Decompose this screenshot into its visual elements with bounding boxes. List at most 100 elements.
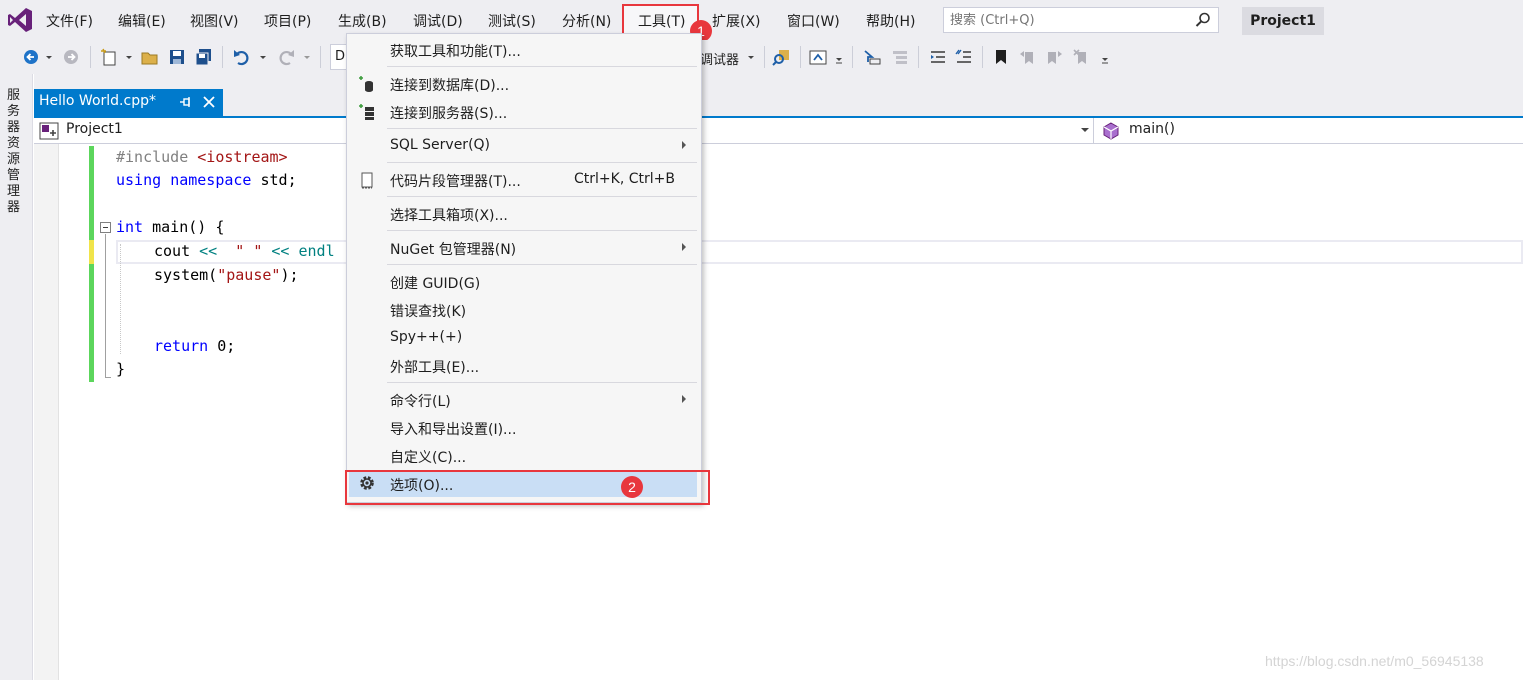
database-icon: [359, 76, 373, 92]
outline-icon[interactable]: [890, 48, 910, 66]
next-bookmark-icon[interactable]: [1044, 48, 1064, 66]
code-line-5: cout << " " << endl: [154, 242, 335, 260]
save-all-icon[interactable]: [194, 48, 214, 66]
fold-region-line: [105, 234, 106, 378]
chevron-down-icon[interactable]: [746, 48, 756, 66]
menu-item-customize[interactable]: 自定义(C)...: [347, 442, 701, 470]
undo-icon[interactable]: [232, 48, 252, 66]
visual-studio-logo-icon[interactable]: [6, 6, 34, 34]
menu-item-sql-server[interactable]: SQL Server(Q): [347, 132, 701, 160]
menu-item-spy[interactable]: Spy++(+): [347, 324, 701, 352]
submenu-arrow-icon: [682, 141, 686, 149]
menu-help[interactable]: 帮助(H): [866, 11, 915, 31]
menu-item-get-tools[interactable]: 获取工具和功能(T)...: [347, 36, 701, 64]
toolbar-separator: [852, 46, 853, 68]
chevron-down-icon[interactable]: [44, 48, 54, 66]
menu-shortcut: Ctrl+K, Ctrl+B: [574, 171, 675, 187]
pin-icon[interactable]: [178, 94, 192, 110]
server-icon: [359, 104, 374, 120]
menu-file[interactable]: 文件(F): [46, 11, 93, 31]
menu-separator: [387, 382, 697, 383]
document-tab-hello-world[interactable]: Hello World.cpp*: [34, 89, 223, 116]
redo-icon[interactable]: [276, 48, 296, 66]
menu-item-error-lookup[interactable]: 错误查找(K): [347, 296, 701, 324]
debugger-label[interactable]: 调试器: [700, 49, 739, 68]
menu-item-snippets-manager[interactable]: 代码片段管理器(T)... Ctrl+K, Ctrl+B: [347, 166, 701, 194]
toolbar-separator: [90, 46, 91, 68]
indent-icon[interactable]: [928, 48, 948, 66]
menu-item-create-guid[interactable]: 创建 GUID(G): [347, 268, 701, 296]
menu-item-connect-database[interactable]: 连接到数据库(D)...: [347, 70, 701, 98]
menu-analyze[interactable]: 分析(N): [562, 11, 611, 31]
menu-item-choose-toolbox[interactable]: 选择工具箱项(X)...: [347, 200, 701, 228]
change-indicator-bar: [89, 146, 94, 240]
change-indicator-bar-unsaved: [89, 240, 94, 264]
menu-test[interactable]: 测试(S): [488, 11, 536, 31]
step-into-icon[interactable]: [862, 48, 882, 66]
menu-window[interactable]: 窗口(W): [787, 11, 840, 31]
menu-debug[interactable]: 调试(D): [413, 11, 463, 31]
navigate-forward-icon[interactable]: [62, 48, 80, 66]
bookmark-icon[interactable]: [992, 48, 1010, 66]
menu-item-connect-server[interactable]: 连接到服务器(S)...: [347, 98, 701, 126]
change-indicator-bar: [89, 264, 94, 382]
menu-item-command-line[interactable]: 命令行(L): [347, 386, 701, 414]
code-editor[interactable]: #include <iostream> using namespace std;…: [34, 144, 1523, 680]
project-dropdown-label: Project1: [66, 121, 123, 137]
chevron-down-icon[interactable]: [1080, 126, 1090, 134]
collapse-region-icon[interactable]: [100, 222, 111, 233]
indent-guide: [120, 244, 121, 354]
menu-view[interactable]: 视图(V): [190, 11, 239, 31]
chevron-down-icon[interactable]: [302, 48, 312, 66]
menu-separator: [387, 128, 697, 129]
chevron-down-icon[interactable]: [258, 48, 268, 66]
menu-tools[interactable]: 工具(T): [638, 11, 685, 31]
server-explorer-strip[interactable]: 服务器资源管理器: [0, 74, 33, 680]
menu-item-external-tools[interactable]: 外部工具(E)...: [347, 352, 701, 380]
submenu-arrow-icon: [682, 395, 686, 403]
options-highlight-box: [345, 470, 710, 505]
search-icon[interactable]: [1194, 11, 1212, 29]
code-line-2: using namespace std;: [116, 171, 297, 189]
function-dropdown[interactable]: main(): [1098, 118, 1523, 143]
menu-extensions[interactable]: 扩展(X): [712, 11, 761, 31]
menu-separator: [387, 196, 697, 197]
menu-edit[interactable]: 编辑(E): [118, 11, 166, 31]
server-explorer-tab-label[interactable]: 服务器资源管理器: [7, 88, 23, 216]
previous-bookmark-icon[interactable]: [1018, 48, 1038, 66]
chevron-down-icon[interactable]: [834, 48, 844, 66]
code-line-9: return 0;: [154, 337, 236, 355]
toolbar-overflow-icon[interactable]: [1100, 48, 1110, 66]
navigate-back-icon[interactable]: [22, 48, 40, 66]
solution-explorer-icon[interactable]: [808, 48, 828, 66]
code-line-4: int main() {: [116, 218, 225, 236]
save-icon[interactable]: [168, 48, 186, 66]
menu-bar: 文件(F) 编辑(E) 视图(V) 项目(P) 生成(B) 调试(D) 测试(S…: [0, 0, 1523, 43]
close-icon[interactable]: [202, 94, 216, 110]
new-project-icon[interactable]: [100, 48, 120, 66]
menu-separator: [387, 230, 697, 231]
editor-gutter: [34, 144, 59, 680]
code-line-10: }: [116, 360, 126, 378]
tab-title: Hello World.cpp*: [39, 93, 156, 109]
submenu-arrow-icon: [682, 243, 686, 251]
open-folder-icon[interactable]: [140, 48, 160, 66]
toolbar-separator: [764, 46, 765, 68]
document-tab-row: [34, 74, 1523, 116]
navigation-bar: Project1 main(): [34, 118, 1523, 144]
menu-item-nuget[interactable]: NuGet 包管理器(N): [347, 234, 701, 262]
search-input[interactable]: [950, 11, 1180, 29]
find-in-files-icon[interactable]: [772, 48, 792, 66]
menu-project[interactable]: 项目(P): [264, 11, 311, 31]
comment-lines-icon[interactable]: [954, 48, 974, 66]
menu-item-import-export-settings[interactable]: 导入和导出设置(I)...: [347, 414, 701, 442]
toolbar-separator: [982, 46, 983, 68]
clear-bookmarks-icon[interactable]: [1072, 48, 1092, 66]
cpp-project-icon: [39, 122, 59, 140]
menu-build[interactable]: 生成(B): [338, 11, 387, 31]
annotation-badge-2: 2: [621, 476, 643, 498]
code-line-6: system("pause");: [154, 266, 299, 284]
chevron-down-icon[interactable]: [124, 48, 134, 66]
project-name-badge: Project1: [1242, 7, 1324, 35]
search-box[interactable]: [943, 7, 1219, 33]
